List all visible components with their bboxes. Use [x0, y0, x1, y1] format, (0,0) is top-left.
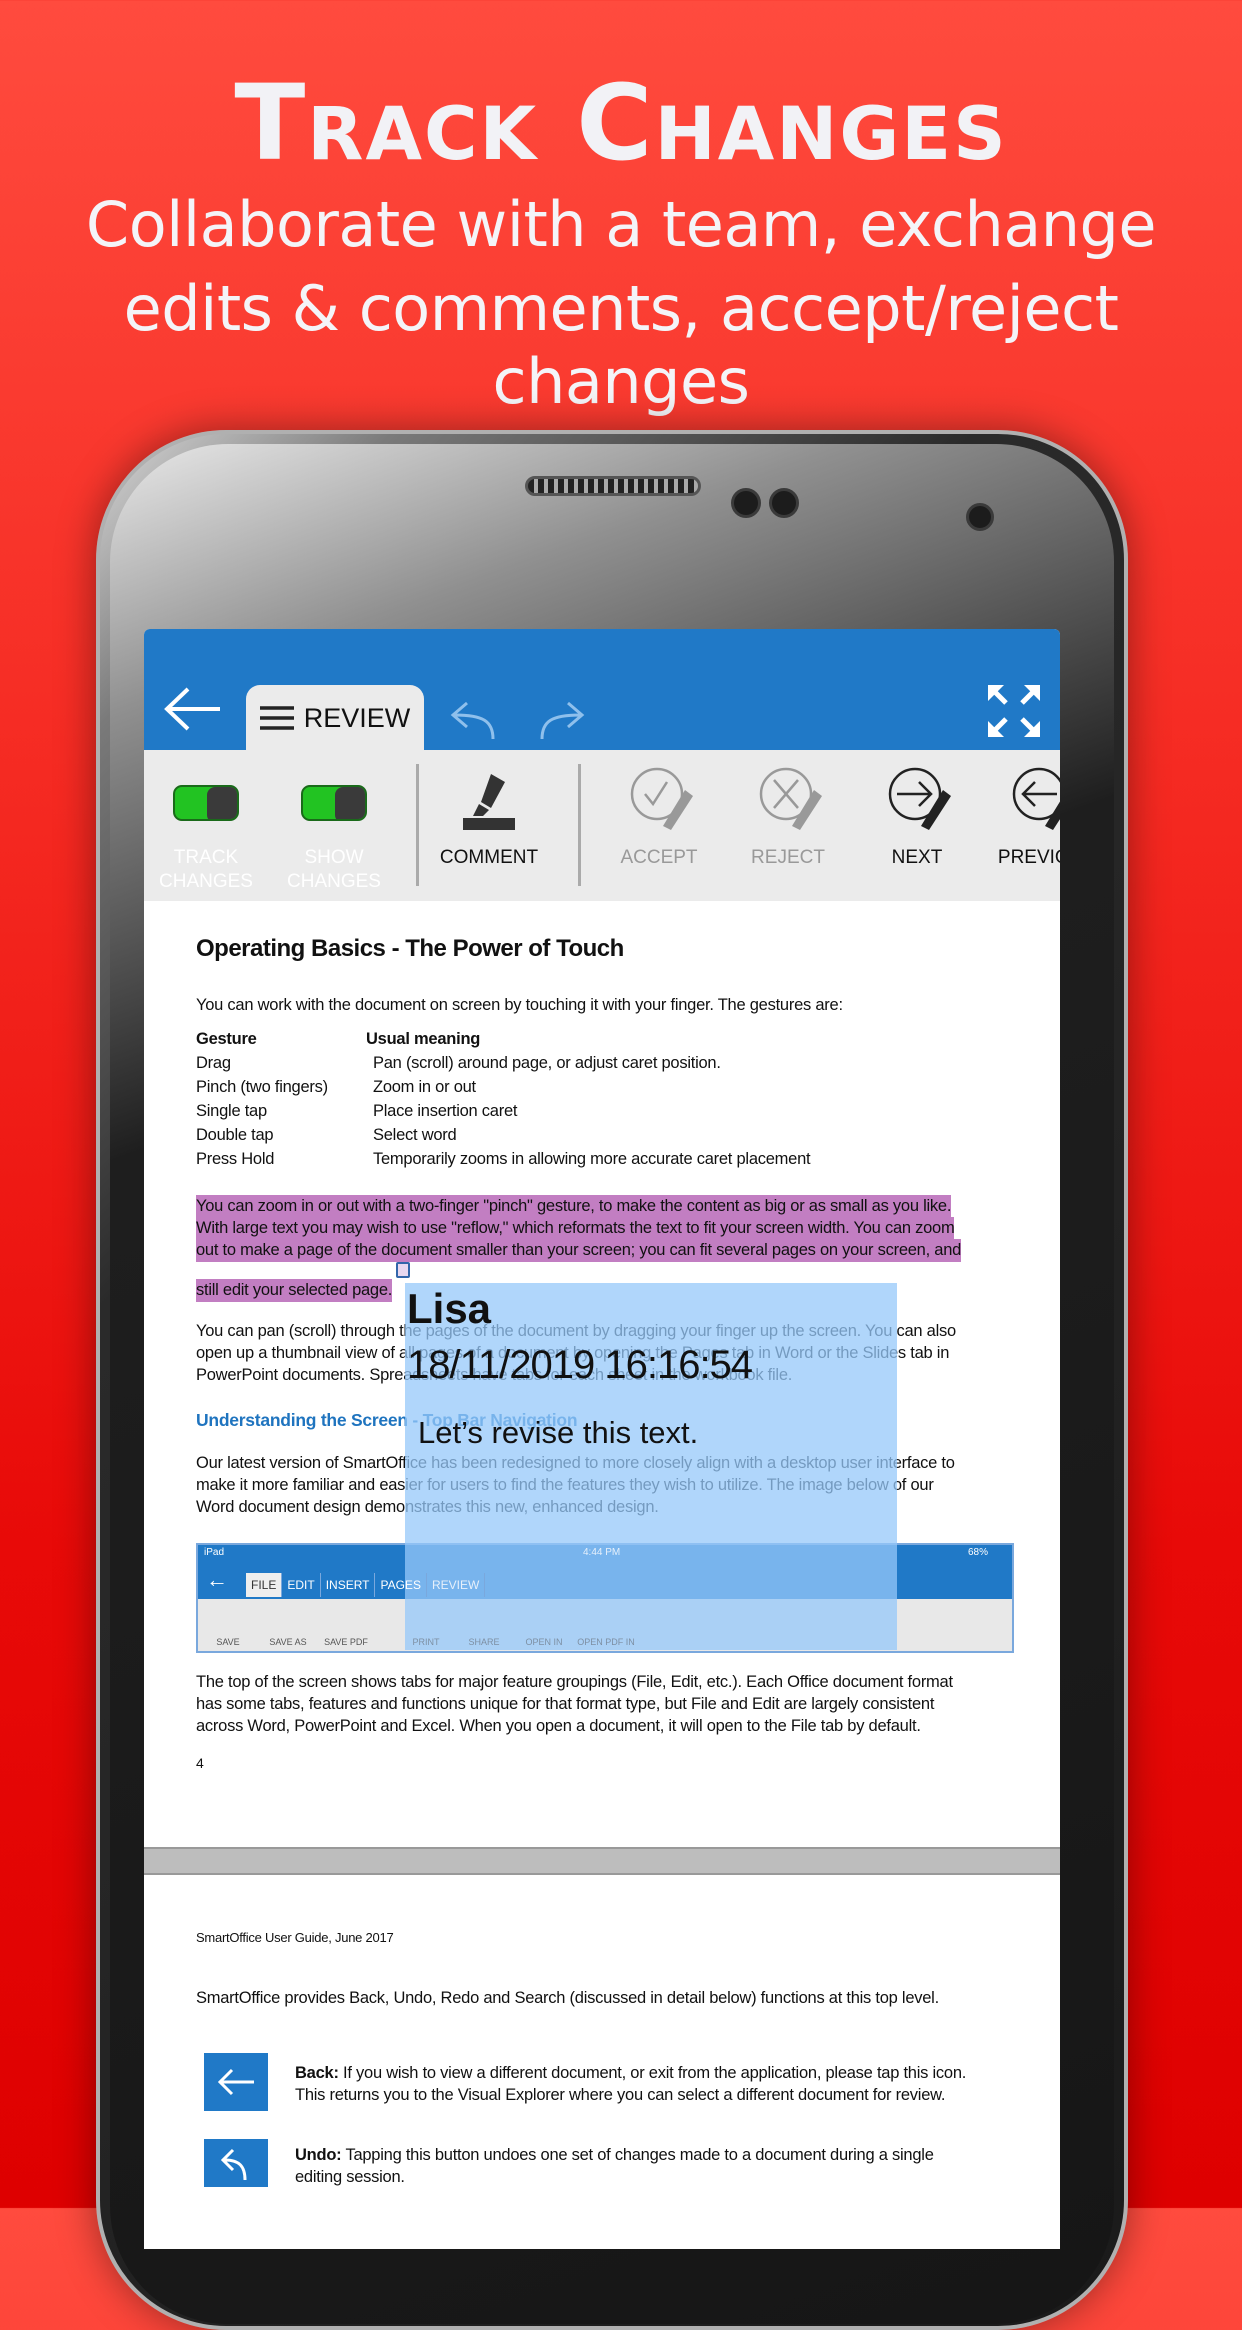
table-cell: Pan (scroll) around page, or adjust care… — [373, 1054, 721, 1072]
table-cell: Press Hold — [196, 1150, 275, 1168]
sensor-icon — [731, 488, 761, 518]
tracked-change-highlight[interactable]: You can zoom in or out with a two-finger… — [196, 1195, 951, 1218]
embedded-button-label: OPEN IN — [525, 1637, 563, 1647]
embedded-tab: REVIEW — [427, 1573, 486, 1597]
page-break — [144, 1847, 1060, 1875]
doc-paragraph: The top of the screen shows tabs for maj… — [196, 1673, 953, 1691]
table-cell: Place insertion caret — [373, 1102, 518, 1120]
track-changes-label: TRACK CHANGES — [159, 847, 253, 892]
embedded-tab: FILE — [246, 1573, 283, 1597]
embedded-button-label: OPEN PDF IN — [577, 1637, 635, 1647]
doc-paragraph: This returns you to the Visual Explorer … — [295, 2086, 946, 2104]
track-changes-toggle[interactable] — [173, 785, 239, 821]
comment-button[interactable]: COMMENT — [424, 750, 554, 901]
show-changes-toggle[interactable] — [301, 785, 367, 821]
back-icon — [204, 2053, 268, 2111]
top-bar: REVIEW — [144, 629, 1060, 751]
table-cell: Pinch (two fingers) — [196, 1078, 328, 1096]
embedded-status-left: iPad — [204, 1547, 225, 1558]
hero-subtitle-line: edits & comments, accept/reject changes — [123, 272, 1119, 418]
embedded-button-label: SHARE — [468, 1637, 500, 1647]
table-header: Gesture — [196, 1030, 257, 1048]
app-screen: REVIEW TRACK CHANGES SHOW CHANGES COMMENT … — [144, 629, 1060, 2249]
tab-review[interactable]: REVIEW — [246, 685, 424, 751]
embedded-button-label: SAVE PDF — [324, 1637, 368, 1647]
doc-paragraph: editing session. — [295, 2168, 405, 2186]
undo-icon[interactable] — [449, 701, 495, 741]
page-header: SmartOffice User Guide, June 2017 — [196, 1930, 394, 1945]
page-number: 4 — [196, 1755, 204, 1771]
hero-subtitle-line: Collaborate with a team, exchange — [85, 188, 1157, 261]
tracked-change-highlight[interactable]: out to make a page of the document small… — [196, 1239, 961, 1262]
undo-icon — [204, 2139, 268, 2187]
previous-change-icon — [1012, 767, 1060, 830]
table-cell: Double tap — [196, 1126, 274, 1144]
sensor-icon — [769, 488, 799, 518]
doc-paragraph: Back: If you wish to view a different do… — [295, 2064, 967, 2082]
doc-paragraph: has some tabs, features and functions un… — [196, 1695, 935, 1713]
previous-button[interactable]: PREVIOUS — [982, 750, 1060, 901]
tracked-change-highlight[interactable]: With large text you may wish to use "ref… — [196, 1217, 955, 1240]
reject-button[interactable]: REJECT — [723, 750, 853, 901]
comment-timestamp: 18/11/2019 16:16:54 — [407, 1343, 753, 1387]
accept-change-icon — [630, 767, 693, 830]
marker-icon — [463, 774, 515, 830]
tab-label: REVIEW — [303, 702, 411, 733]
hero-title: Track Changes — [234, 62, 1008, 184]
arrow-left-icon: ← — [206, 1567, 228, 1592]
embedded-tab: PAGES — [375, 1573, 427, 1597]
divider — [578, 764, 581, 886]
expand-icon[interactable] — [988, 685, 1040, 737]
table-cell: Zoom in or out — [373, 1078, 476, 1096]
review-toolbar: TRACK CHANGES SHOW CHANGES COMMENT ACCEPT … — [144, 750, 1060, 901]
next-change-icon — [888, 767, 951, 830]
redo-icon[interactable] — [540, 701, 586, 741]
embedded-button-label: SAVE — [216, 1637, 240, 1647]
embedded-tab: EDIT — [282, 1573, 321, 1597]
table-cell: Single tap — [196, 1102, 267, 1120]
doc-paragraph: You can work with the document on screen… — [196, 996, 843, 1014]
hamburger-icon — [259, 706, 294, 730]
reject-change-icon — [759, 767, 822, 830]
arrow-left-icon[interactable] — [164, 687, 222, 731]
divider — [416, 764, 419, 886]
embedded-button-label: SAVE AS — [269, 1637, 307, 1647]
tracked-change-highlight[interactable]: still edit your selected page. — [196, 1279, 392, 1302]
comment-author: Lisa — [407, 1285, 492, 1332]
speaker-grille — [525, 476, 701, 496]
table-cell: Drag — [196, 1054, 231, 1072]
doc-title: Operating Basics - The Power of Touch — [196, 935, 624, 962]
embedded-tab: INSERT — [321, 1573, 376, 1597]
show-changes-label: SHOW CHANGES — [287, 847, 381, 892]
table-header: Usual meaning — [366, 1030, 481, 1048]
accept-button[interactable]: ACCEPT — [594, 750, 724, 901]
front-camera-icon — [966, 503, 994, 531]
table-cell: Temporarily zooms in allowing more accur… — [373, 1150, 811, 1168]
embedded-tabs: FILE EDIT INSERT PAGES REVIEW — [246, 1573, 486, 1597]
doc-paragraph: Undo: Tapping this button undoes one set… — [295, 2146, 934, 2164]
doc-paragraph: SmartOffice provides Back, Undo, Redo an… — [196, 1989, 939, 2007]
embedded-status-time: 4:44 PM — [583, 1547, 621, 1558]
comment-text: Let’s revise this text. — [418, 1415, 699, 1450]
embedded-button-label: PRINT — [412, 1637, 440, 1647]
table-cell: Select word — [373, 1126, 457, 1144]
embedded-status-battery: 68% — [968, 1547, 989, 1558]
comment-marker-icon[interactable] — [396, 1262, 410, 1278]
doc-paragraph: across Word, PowerPoint and Excel. When … — [196, 1717, 921, 1735]
next-button[interactable]: NEXT — [852, 750, 982, 901]
